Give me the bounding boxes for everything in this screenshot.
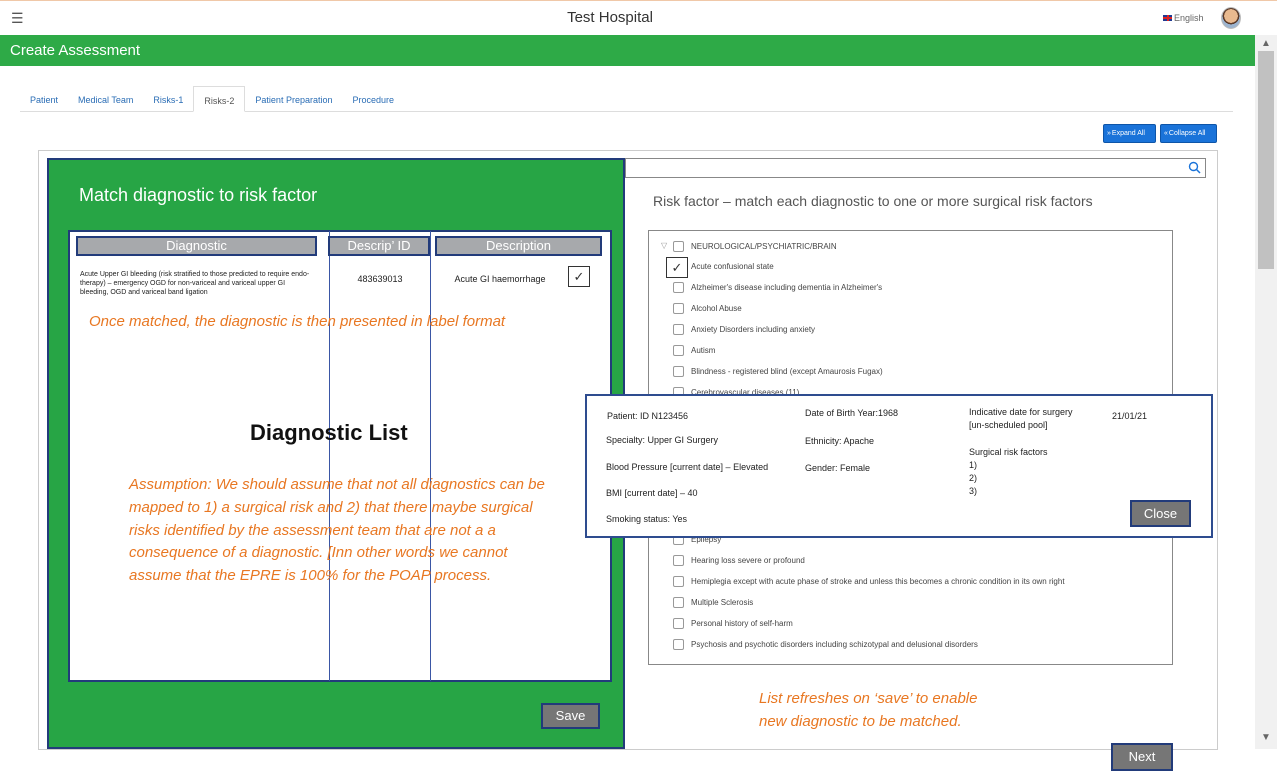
- expand-all-button[interactable]: » Expand All: [1103, 124, 1156, 143]
- user-avatar[interactable]: [1221, 7, 1241, 29]
- tab-risks-1[interactable]: Risks-1: [143, 86, 193, 112]
- annotation-assumption: Assumption: We should assume that not al…: [129, 476, 545, 585]
- save-button[interactable]: Save: [541, 703, 600, 729]
- risk-checkbox[interactable]: [673, 366, 684, 377]
- risk-item-label: Blindness - registered blind (except Ama…: [691, 367, 883, 376]
- group-checkbox[interactable]: [673, 241, 684, 252]
- check-icon: ✓: [573, 269, 585, 284]
- page-title: Create Assessment: [10, 42, 141, 59]
- diagnostic-list-label: Diagnostic List: [250, 420, 408, 445]
- patient-specialty: Specialty: Upper GI Surgery: [606, 435, 719, 445]
- next-button[interactable]: Next: [1111, 743, 1173, 771]
- surgical-risk-factors-label: Surgical risk factors: [969, 447, 1048, 457]
- indicative-date-value: 21/01/21: [1112, 411, 1148, 421]
- risk-factor-title: Risk factor – match each diagnostic to o…: [653, 193, 1093, 209]
- risk-checkbox[interactable]: [673, 639, 684, 650]
- annotation-refresh: List refreshes on ‘save’ to enable new d…: [759, 690, 978, 730]
- expand-icon: »: [1107, 130, 1111, 137]
- tab-risks-2[interactable]: Risks-2: [193, 86, 246, 112]
- language-selector[interactable]: English: [1163, 13, 1204, 23]
- scroll-down-icon[interactable]: ▼: [1261, 732, 1271, 743]
- patient-ethnicity: Ethnicity: Apache: [805, 436, 875, 446]
- close-button[interactable]: Close: [1130, 500, 1191, 527]
- patient-blood-pressure: Blood Pressure [current date] – Elevated: [606, 462, 769, 472]
- top-header: ☰ Test Hospital English: [0, 0, 1277, 35]
- diagnostic-cell: Acute Upper GI bleeding (risk stratified…: [80, 271, 310, 296]
- risk-item-label: Anxiety Disorders including anxiety: [691, 325, 816, 334]
- patient-id: Patient: ID N123456: [607, 411, 689, 421]
- uk-flag-icon: [1163, 15, 1172, 21]
- tab-medical-team[interactable]: Medical Team: [68, 86, 143, 112]
- risk-item-label: Acute confusional state: [691, 262, 774, 271]
- match-checkbox[interactable]: ✓: [568, 266, 590, 287]
- patient-gender: Gender: Female: [805, 463, 871, 473]
- risk-factor-slot: 3): [969, 486, 978, 496]
- risk-factor-slot: 1): [969, 460, 978, 470]
- risk-item-label: Hemiplegia except with acute phase of st…: [691, 577, 1065, 586]
- risk-group-label: NEUROLOGICAL/PSYCHIATRIC/BRAIN: [691, 242, 837, 251]
- risk-checkbox[interactable]: [673, 618, 684, 629]
- patient-bmi: BMI [current date] – 40: [606, 488, 698, 498]
- column-divider: [430, 231, 431, 681]
- risk-checkbox[interactable]: [673, 345, 684, 356]
- risk-item-label: Alzheimer's disease including dementia i…: [691, 283, 883, 292]
- page-title-bar: Create Assessment: [0, 35, 1255, 66]
- risk-item-label: Alcohol Abuse: [691, 304, 742, 313]
- descrip-id-cell: 483639013: [357, 274, 403, 284]
- risk-item-label: Hearing loss severe or profound: [691, 556, 805, 565]
- annotation-matched: Once matched, the diagnostic is then pre…: [89, 313, 506, 330]
- diagnostic-table: [68, 230, 612, 682]
- tab-patient[interactable]: Patient: [20, 86, 68, 112]
- column-divider: [329, 231, 330, 681]
- diagnostic-column-header: Diagnostic: [76, 236, 317, 256]
- risk-checkbox[interactable]: [673, 576, 684, 587]
- risk-checkbox[interactable]: [673, 597, 684, 608]
- risk-item-label: Personal history of self-harm: [691, 619, 793, 628]
- language-label: English: [1174, 13, 1204, 23]
- risk-checkbox[interactable]: [673, 303, 684, 314]
- risk-item-label: Multiple Sclerosis: [691, 598, 754, 607]
- indicative-date-label: Indicative date for surgery: [969, 407, 1073, 417]
- collapse-group-icon[interactable]: ▽: [661, 241, 667, 250]
- check-icon: ✓: [671, 260, 683, 275]
- tab-bar: Patient Medical Team Risks-1 Risks-2 Pat…: [20, 86, 1233, 112]
- risk-checkbox-checked[interactable]: ✓: [666, 257, 688, 278]
- tab-patient-preparation[interactable]: Patient Preparation: [245, 86, 342, 112]
- expand-all-label: Expand All: [1111, 130, 1145, 137]
- indicative-pool: [un-scheduled pool]: [969, 420, 1048, 430]
- risk-item-label: Autism: [691, 346, 716, 355]
- collapse-all-button[interactable]: «Collapse All: [1160, 124, 1217, 143]
- description-cell: Acute GI haemorrhage: [454, 274, 546, 284]
- risk-checkbox[interactable]: [673, 282, 684, 293]
- risk-factor-slot: 2): [969, 473, 978, 483]
- descrip-id-column-header: Descrip’ ID: [328, 236, 430, 256]
- collapse-icon: «: [1164, 130, 1168, 137]
- patient-dob: Date of Birth Year:1968: [805, 408, 899, 418]
- risk-checkbox[interactable]: [673, 324, 684, 335]
- collapse-all-label: Collapse All: [1168, 130, 1206, 137]
- app-title: Test Hospital: [567, 9, 653, 26]
- vertical-scrollbar[interactable]: ▲ ▼: [1255, 35, 1277, 749]
- patient-smoking: Smoking status: Yes: [606, 514, 688, 524]
- scrollbar-thumb[interactable]: [1258, 51, 1274, 269]
- description-column-header: Description: [435, 236, 602, 256]
- tab-procedure[interactable]: Procedure: [342, 86, 404, 112]
- risk-search-input[interactable]: [625, 158, 1206, 178]
- search-icon[interactable]: [1188, 161, 1201, 174]
- risk-item-label: Psychosis and psychotic disorders includ…: [691, 640, 978, 649]
- risk-checkbox[interactable]: [673, 555, 684, 566]
- match-panel-title: Match diagnostic to risk factor: [79, 185, 318, 205]
- scroll-up-icon[interactable]: ▲: [1261, 38, 1271, 49]
